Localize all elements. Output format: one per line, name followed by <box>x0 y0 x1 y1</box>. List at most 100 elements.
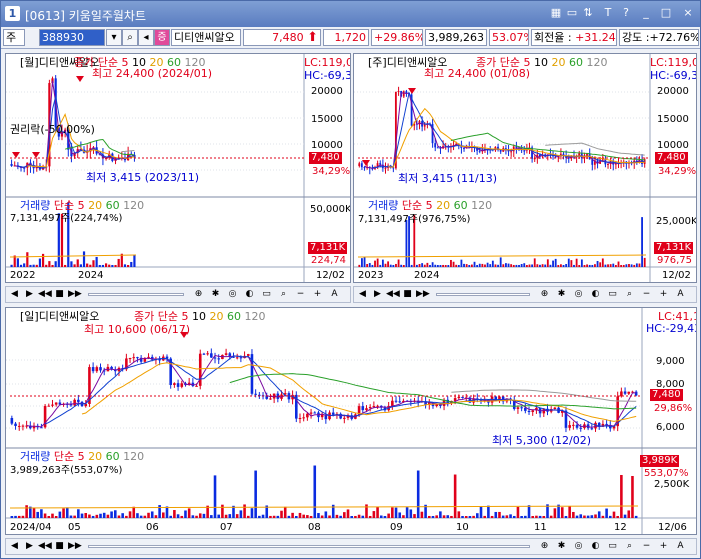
settings-icon[interactable]: ✱ <box>209 288 222 301</box>
settings-icon[interactable]: ✱ <box>555 288 568 301</box>
volume-bar <box>635 263 638 267</box>
maximize-button[interactable]: □ <box>659 6 673 20</box>
candle-body <box>173 383 176 385</box>
zoom-in-icon[interactable]: + <box>657 540 670 553</box>
stop-button[interactable]: ■ <box>53 540 66 553</box>
volume-bar <box>346 509 350 518</box>
volume-bar <box>371 264 374 267</box>
candle-body <box>239 357 243 359</box>
theme-icon[interactable]: ◐ <box>589 540 602 553</box>
period-select[interactable]: 주 <box>3 29 25 46</box>
volume-bar <box>423 264 426 267</box>
candle-body <box>21 425 25 427</box>
zoom-reset-icon[interactable]: ⊕ <box>538 540 551 553</box>
volume-bar <box>187 508 191 518</box>
stop-button[interactable]: ■ <box>53 288 66 301</box>
scroll-left-button[interactable]: ◀ <box>8 540 21 553</box>
close-button[interactable]: × <box>681 6 695 20</box>
target-icon[interactable]: ◎ <box>226 288 239 301</box>
zoom-out-icon[interactable]: − <box>640 288 653 301</box>
theme-icon[interactable]: ◐ <box>589 288 602 301</box>
layout-icon[interactable]: ▦ <box>549 6 563 20</box>
scroll-left-button[interactable]: ◀ <box>356 288 369 301</box>
scroll-left-button[interactable]: ◀ <box>8 288 21 301</box>
volume-bar <box>579 514 583 518</box>
search-icon[interactable]: ⌕ <box>623 540 636 553</box>
search-icon[interactable]: ⌕ <box>277 288 290 301</box>
weekly-chart-canvas[interactable] <box>354 54 697 283</box>
search-icon[interactable]: ⌕ <box>623 288 636 301</box>
volume-bar <box>405 219 408 267</box>
candle-body <box>14 423 17 426</box>
scroll-track[interactable] <box>88 545 530 548</box>
zoom-out-icon[interactable]: − <box>294 288 307 301</box>
candle-body <box>567 157 570 159</box>
monthly-scroll-bar[interactable]: ◀ ▶ ◀◀ ■ ▶▶ ⊕ ✱ ◎ ◐ ▭ ⌕ − + A <box>5 286 351 303</box>
window-icon[interactable]: ▭ <box>606 540 619 553</box>
window-icon[interactable]: ▭ <box>606 288 619 301</box>
volume-bar <box>391 507 394 518</box>
volume-bar <box>47 515 51 518</box>
candle-body <box>453 398 457 401</box>
monthly-chart-canvas[interactable] <box>6 54 351 283</box>
volume-bar <box>442 515 446 518</box>
volume-bar <box>520 515 523 518</box>
window-icon[interactable]: ▭ <box>260 288 273 301</box>
zoom-reset-icon[interactable]: ⊕ <box>192 288 205 301</box>
settings-icon[interactable]: ✱ <box>555 540 568 553</box>
scroll-track[interactable] <box>436 293 530 296</box>
scroll-end-button[interactable]: ▶▶ <box>68 288 82 301</box>
volume-bar <box>457 264 460 267</box>
scroll-end-button[interactable]: ▶▶ <box>416 288 430 301</box>
window-icon[interactable]: ▭ <box>565 6 579 20</box>
zoom-in-icon[interactable]: + <box>657 288 670 301</box>
volume-bar <box>494 511 498 518</box>
scroll-end-button[interactable]: ▶▶ <box>68 540 82 553</box>
target-icon[interactable]: ◎ <box>572 288 585 301</box>
volume-bar <box>400 264 403 267</box>
volume-bar <box>476 513 479 518</box>
minimize-button[interactable]: _ <box>639 6 653 20</box>
scroll-start-button[interactable]: ◀◀ <box>38 540 52 553</box>
scroll-start-button[interactable]: ◀◀ <box>386 288 400 301</box>
zoom-out-icon[interactable]: − <box>640 540 653 553</box>
link-icon[interactable]: ⇅ <box>581 6 595 20</box>
volume-bar <box>69 515 73 518</box>
candle-body <box>391 400 394 406</box>
daily-chart-panel[interactable]: [일]디티앤씨알오 종가 단순 5 10 20 60 120 LC:41,13 … <box>5 307 697 535</box>
zoom-in-icon[interactable]: + <box>311 288 324 301</box>
candle-body <box>575 424 579 428</box>
scroll-track[interactable] <box>88 293 184 296</box>
volume-bar <box>516 506 520 518</box>
scroll-right-button[interactable]: ▶ <box>371 288 384 301</box>
font-icon[interactable]: T <box>601 6 615 20</box>
daily-scroll-bar[interactable]: ◀ ▶ ◀◀ ■ ▶▶ ⊕ ✱ ◎ ◐ ▭ ⌕ − + A <box>5 538 697 555</box>
help-icon[interactable]: ? <box>619 6 633 20</box>
scroll-right-button[interactable]: ▶ <box>23 540 36 553</box>
font-icon[interactable]: A <box>674 540 687 553</box>
candle-body <box>398 401 402 403</box>
x-tick: 07 <box>220 522 233 533</box>
theme-icon[interactable]: ◐ <box>243 288 256 301</box>
dropdown-icon[interactable]: ▾ <box>106 29 122 46</box>
target-icon[interactable]: ◎ <box>572 540 585 553</box>
weekly-scroll-bar[interactable]: ◀ ▶ ◀◀ ■ ▶▶ ⊕ ✱ ◎ ◐ ▭ ⌕ − + A <box>353 286 697 303</box>
monthly-chart-panel[interactable]: [월]디티앤씨알오 종가 단순 5 10 20 60 120 LC:119,0 … <box>5 53 351 283</box>
font-icon[interactable]: A <box>674 288 687 301</box>
scroll-right-button[interactable]: ▶ <box>23 288 36 301</box>
zoom-reset-icon[interactable]: ⊕ <box>538 288 551 301</box>
x-tick: 08 <box>308 522 321 533</box>
search-icon[interactable]: ⌕ <box>122 29 138 46</box>
stock-code-input[interactable]: 388930 <box>39 29 105 46</box>
prev-stock-icon[interactable]: ◂ <box>138 29 154 46</box>
volume-bar <box>562 265 565 267</box>
volume-bar <box>497 264 499 267</box>
scroll-start-button[interactable]: ◀◀ <box>38 288 52 301</box>
stop-button[interactable]: ■ <box>401 288 414 301</box>
candle-body <box>365 408 368 411</box>
volume-bar <box>150 511 154 518</box>
daily-chart-canvas[interactable] <box>6 308 697 535</box>
weekly-chart-panel[interactable]: [주]디티앤씨알오 종가 단순 5 10 20 60 120 LC:119,0 … <box>353 53 697 283</box>
volume-bar <box>478 263 481 267</box>
font-icon[interactable]: A <box>328 288 341 301</box>
